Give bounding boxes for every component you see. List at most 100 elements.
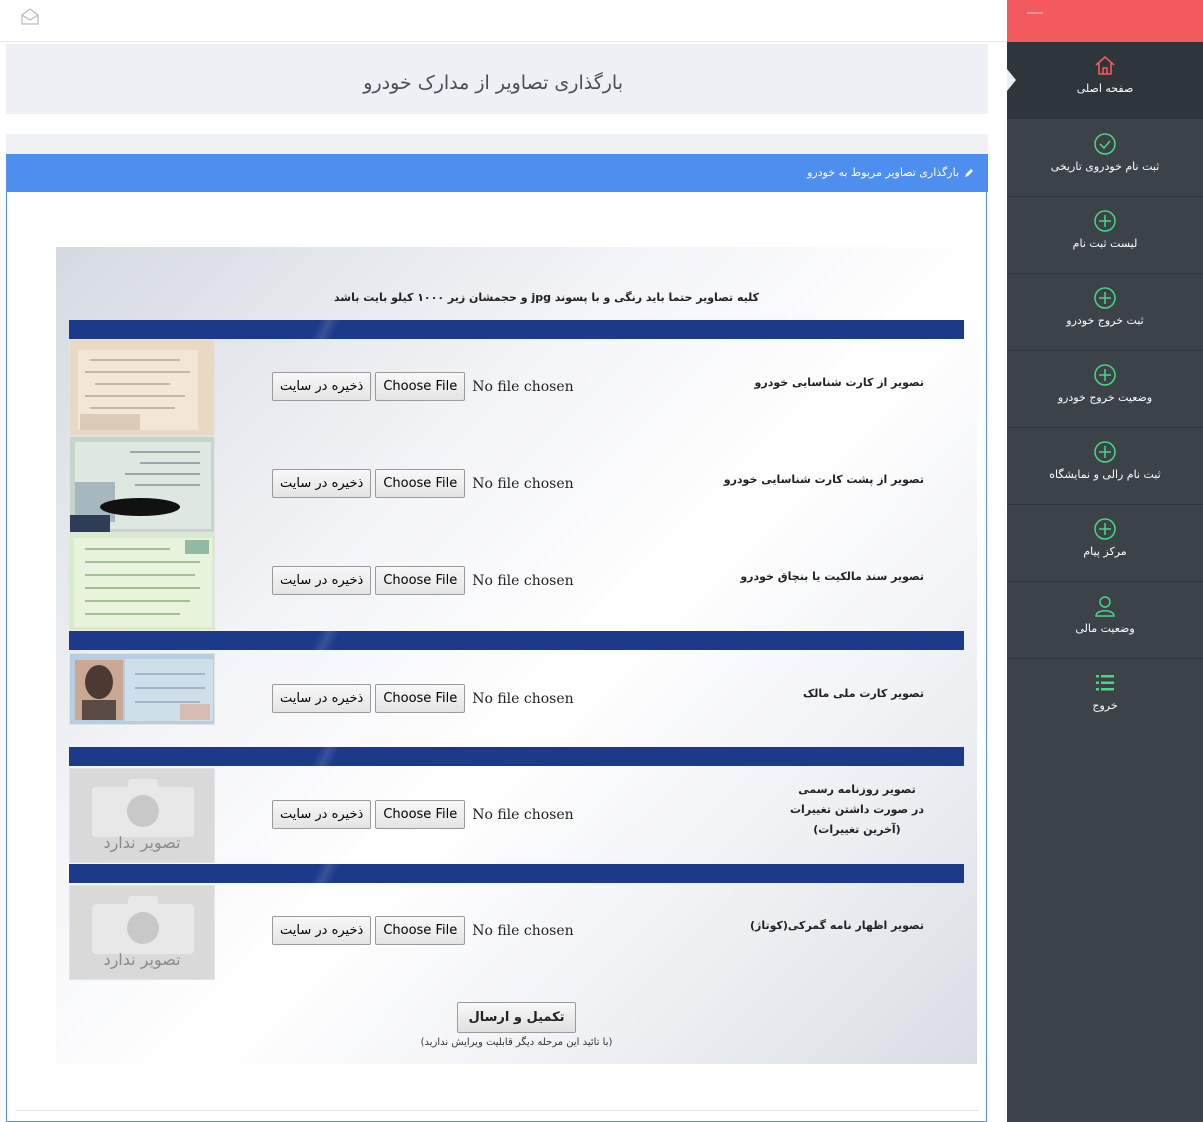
upload-row: تصویر ندارد تصویر روزنامه رسمی در صورت د… <box>69 766 964 864</box>
sidebar-item-home[interactable]: صفحه اصلی <box>1007 42 1203 119</box>
upload-note: کلیه تصاویر حتما باید رنگی و با پسوند jp… <box>333 291 760 304</box>
save-button[interactable]: ذخیره در سایت <box>272 372 372 401</box>
page-title-band: بارگذاری تصاویر از مدارک خودرو <box>6 44 988 114</box>
save-button[interactable]: ذخیره در سایت <box>272 916 372 945</box>
upload-controls: ذخیره در سایت Choose File No file chosen <box>272 372 574 401</box>
no-image-text: تصویر ندارد <box>103 950 181 969</box>
sidebar-header <box>1007 0 1203 42</box>
plus-circle-icon <box>1094 441 1116 463</box>
file-status: No file chosen <box>472 572 574 589</box>
no-image-placeholder[interactable]: تصویر ندارد <box>69 768 215 863</box>
page-title: بارگذاری تصاویر از مدارک خودرو <box>363 72 623 94</box>
choose-file-button[interactable]: Choose File <box>375 372 466 401</box>
save-button[interactable]: ذخیره در سایت <box>272 684 372 713</box>
sidebar-item-logout[interactable]: خروج <box>1007 659 1203 736</box>
save-button[interactable]: ذخیره در سایت <box>272 566 372 595</box>
check-circle-icon <box>1094 133 1116 155</box>
plus-circle-icon <box>1094 210 1116 232</box>
panel-heading: بارگذاری تصاویر مربوط به خودرو <box>7 154 988 192</box>
home-icon <box>1095 56 1115 75</box>
top-bar <box>0 0 1007 42</box>
upload-controls: ذخیره در سایت Choose File No file chosen <box>272 916 574 945</box>
plus-circle-icon <box>1094 287 1116 309</box>
upload-row: تصویر سند مالکیت یا بنچاق خودرو ذخیره در… <box>69 533 964 630</box>
upload-row: تصویر ندارد تصویر اظهار نامه گمرکی(کوتاژ… <box>69 883 964 983</box>
file-status: No file chosen <box>472 806 574 823</box>
document-thumbnail[interactable] <box>69 653 215 725</box>
row-label: تصویر سند مالکیت یا بنچاق خودرو <box>740 570 924 583</box>
upload-row: تصویر کارت ملی مالک ذخیره در سایت Choose… <box>69 650 964 747</box>
section-bar <box>69 631 964 650</box>
sidebar-item-financial-status[interactable]: وضعیت مالی <box>1007 582 1203 659</box>
upload-controls: ذخیره در سایت Choose File No file chosen <box>272 800 574 829</box>
submit-area: تکمیل و ارسال (با تائید این مرحله دیگر ق… <box>56 1002 977 1048</box>
sidebar-item-label: وضعیت مالی <box>1075 622 1135 635</box>
spacer <box>6 114 988 134</box>
section-bar <box>69 747 964 766</box>
row-label-line: تصویر روزنامه رسمی <box>798 783 916 796</box>
sidebar-item-exit-status[interactable]: وضعیت خروج خودرو <box>1007 351 1203 428</box>
file-status: No file chosen <box>472 475 574 492</box>
panel-heading-text: بارگذاری تصاویر مربوط به خودرو <box>807 166 959 179</box>
submit-note: (با تائید این مرحله دیگر قابلیت ویرایش ن… <box>420 1037 613 1048</box>
sidebar-item-rally-registration[interactable]: ثبت نام رالی و نمایشگاه <box>1007 428 1203 505</box>
pencil-icon <box>965 168 973 177</box>
sidebar-item-label: ثبت نام خودروی تاریخی <box>1050 160 1160 173</box>
upload-controls: ذخیره در سایت Choose File No file chosen <box>272 469 574 498</box>
row-label: تصویر کارت ملی مالک <box>802 687 924 700</box>
sidebar-item-registration-list[interactable]: لیست ثبت نام <box>1007 197 1203 274</box>
row-label: تصویر روزنامه رسمی در صورت داشتن تغییرات… <box>790 780 924 840</box>
sidebar-item-label: وضعیت خروج خودرو <box>1057 391 1153 404</box>
sidebar-item-historic-registration[interactable]: ثبت نام خودروی تاریخی <box>1007 120 1203 197</box>
upload-controls: ذخیره در سایت Choose File No file chosen <box>272 684 574 713</box>
plus-circle-icon <box>1094 518 1116 540</box>
upload-controls: ذخیره در سایت Choose File No file chosen <box>272 566 574 595</box>
choose-file-button[interactable]: Choose File <box>375 800 466 829</box>
sidebar-item-label: ثبت نام رالی و نمایشگاه <box>1049 468 1161 481</box>
plus-circle-icon <box>1094 364 1116 386</box>
choose-file-button[interactable]: Choose File <box>375 469 466 498</box>
section-bar <box>69 320 964 339</box>
submit-button[interactable]: تکمیل و ارسال <box>457 1002 576 1033</box>
envelope-open-icon[interactable] <box>20 8 40 26</box>
sidebar-item-label: لیست ثبت نام <box>1072 237 1138 250</box>
sidebar-item-label: صفحه اصلی <box>1076 82 1134 95</box>
user-icon <box>1095 596 1115 617</box>
sidebar-item-message-center[interactable]: مرکز پیام <box>1007 505 1203 582</box>
row-label-line: (آخرین تغییرات) <box>813 823 901 836</box>
sidebar-item-label: مرکز پیام <box>1083 545 1127 558</box>
file-status: No file chosen <box>472 378 574 395</box>
choose-file-button[interactable]: Choose File <box>375 916 466 945</box>
document-thumbnail[interactable] <box>69 339 215 436</box>
no-image-placeholder[interactable]: تصویر ندارد <box>69 885 215 980</box>
menu-icon[interactable] <box>1027 12 1043 14</box>
choose-file-button[interactable]: Choose File <box>375 684 466 713</box>
document-thumbnail[interactable] <box>69 436 215 533</box>
active-item-pointer <box>1007 69 1016 91</box>
sidebar-item-vehicle-exit[interactable]: ثبت خروج خودرو <box>1007 274 1203 351</box>
panel-heading-text-wrap: بارگذاری تصاویر مربوط به خودرو <box>807 166 974 179</box>
upload-form: کلیه تصاویر حتما باید رنگی و با پسوند jp… <box>56 247 977 1064</box>
page: بارگذاری تصاویر از مدارک خودرو بارگذاری … <box>0 0 1203 1122</box>
no-image-text: تصویر ندارد <box>103 833 181 852</box>
row-label-line: در صورت داشتن تغییرات <box>790 803 924 816</box>
sidebar-item-label: ثبت خروج خودرو <box>1066 314 1144 327</box>
upload-panel: بارگذاری تصاویر مربوط به خودرو کلیه تصاو… <box>6 154 988 1122</box>
upload-row: تصویر از پشت کارت شناسایی خودرو ذخیره در… <box>69 436 964 533</box>
sidebar-item-label: خروج <box>1092 699 1118 712</box>
upload-row: تصویر از کارت شناسایی خودرو ذخیره در سای… <box>69 339 964 436</box>
divider <box>16 1110 978 1111</box>
save-button[interactable]: ذخیره در سایت <box>272 469 372 498</box>
spacer <box>6 134 988 154</box>
file-status: No file chosen <box>472 922 574 939</box>
choose-file-button[interactable]: Choose File <box>375 566 466 595</box>
sidebar: صفحه اصلی ثبت نام خودروی تاریخی لیست ثبت… <box>1007 0 1203 1122</box>
row-label: تصویر از کارت شناسایی خودرو <box>754 376 924 389</box>
row-label: تصویر اظهار نامه گمرکی(کوتاژ) <box>749 919 924 932</box>
file-status: No file chosen <box>472 690 574 707</box>
row-label: تصویر از پشت کارت شناسایی خودرو <box>723 473 924 486</box>
save-button[interactable]: ذخیره در سایت <box>272 800 372 829</box>
section-bar <box>69 864 964 883</box>
document-thumbnail[interactable] <box>69 533 215 630</box>
list-icon <box>1096 675 1114 691</box>
